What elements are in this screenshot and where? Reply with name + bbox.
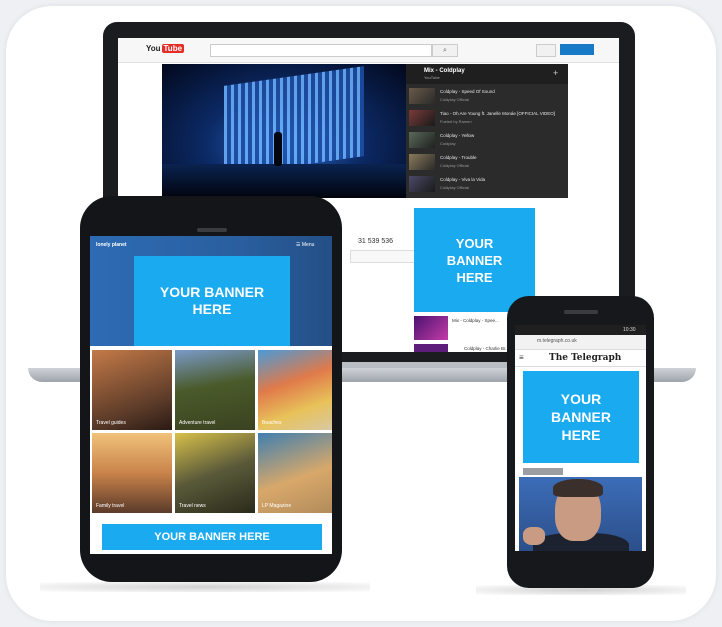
playlist-item[interactable]: Coldplay - Speed Of Sound Coldplay Offic… (409, 86, 565, 106)
playlist-header: Mix - Coldplay YouTube + (406, 64, 568, 84)
playlist-item-meta: Coldplay (440, 141, 456, 146)
playlist-title: Mix - Coldplay (424, 68, 465, 74)
playlist-thumbnail (409, 176, 435, 192)
phone-banner-text: YOUR BANNER HERE (551, 391, 611, 443)
phone-banner-ad[interactable]: YOUR BANNER HERE (523, 371, 639, 463)
tablet-screen: lonely planet ☰ Menu YOUR BANNER HERE Tr… (90, 236, 332, 554)
playlist-thumbnail (409, 88, 435, 104)
search-icon[interactable]: ⌕ (432, 44, 458, 57)
logo-text: You (146, 44, 161, 53)
site-masthead: ≡ The Telegraph (515, 350, 646, 367)
category-tile-travel-guides[interactable]: Travel guides (92, 350, 172, 430)
category-tile-family-travel[interactable]: Family travel (92, 433, 172, 513)
playlist-item-meta: Coldplay Official (440, 185, 469, 190)
category-tile-adventure-travel[interactable]: Adventure travel (175, 350, 255, 430)
site-logo[interactable]: The Telegraph (549, 353, 621, 363)
video-player[interactable] (162, 64, 406, 198)
related-video-title[interactable]: Mix - Coldplay - Spee... (452, 318, 499, 323)
phone-speaker (564, 310, 598, 314)
playlist-item[interactable]: Coldplay - Yellow Coldplay (409, 130, 565, 150)
menu-button[interactable]: ☰ Menu (296, 242, 314, 248)
article-photo[interactable] (519, 477, 642, 551)
upload-button[interactable] (560, 44, 594, 55)
tile-label: Adventure travel (179, 420, 216, 426)
add-icon[interactable]: + (553, 68, 558, 78)
playlist-item-title: Coldplay - Viva la Vida (440, 177, 486, 182)
playlist-item-title: Coldplay - Trouble (440, 155, 477, 160)
playlist-item[interactable]: Coldplay - Viva la Vida Coldplay Officia… (409, 174, 565, 194)
status-time: 10:30 (623, 327, 636, 333)
photo-hand (523, 527, 545, 545)
category-tile-lp-magazine[interactable]: LP Magazine (258, 433, 332, 513)
related-video-thumbnail[interactable] (414, 316, 448, 340)
tablet-bottom-banner-ad[interactable]: YOUR BANNER HERE (102, 524, 322, 550)
sidebar-banner-ad[interactable]: YOUR BANNER HERE (414, 208, 535, 312)
tablet-top-banner-ad[interactable]: YOUR BANNER HERE (134, 256, 290, 346)
tablet-site-header: lonely planet ☰ Menu YOUR BANNER HERE (90, 236, 332, 346)
playlist-thumbnail (409, 154, 435, 170)
sign-in-button[interactable] (536, 44, 556, 57)
site-logo[interactable]: You Tube (146, 44, 185, 53)
tile-label: Family travel (96, 503, 125, 509)
video-thumbnail-wall (224, 66, 364, 176)
playlist-subtitle: YouTube (424, 75, 440, 80)
phone-screen: 10:30 m.telegraph.co.uk ≡ The Telegraph … (515, 325, 646, 551)
logo-badge: Tube (161, 44, 185, 53)
phone-status-bar: 10:30 (515, 325, 646, 335)
view-count: 31 539 536 (358, 238, 394, 245)
playlist-item[interactable]: Tiao - Oh Are Young ft. Janelle Monáe [O… (409, 108, 565, 128)
site-logo[interactable]: lonely planet (96, 242, 127, 248)
tablet-speaker (197, 228, 227, 232)
playlist-thumbnail (409, 132, 435, 148)
like-dislike-bar[interactable] (350, 250, 418, 263)
playlist-item[interactable]: Coldplay - Trouble Coldplay Official (409, 152, 565, 172)
tile-label: LP Magazine (262, 503, 292, 509)
site-topbar: You Tube ⌕ (118, 38, 619, 63)
tile-label: Travel guides (96, 420, 126, 426)
playlist-item-meta: Coldplay Official (440, 97, 469, 102)
search-input[interactable] (210, 44, 432, 57)
playlist-thumbnail (409, 110, 435, 126)
video-thumbnail-floor (162, 164, 406, 198)
article-tag (523, 468, 563, 475)
tablet-shadow (40, 582, 370, 592)
video-thumbnail-figure (274, 132, 282, 166)
playlist-item-title: Coldplay - Speed Of Sound (440, 89, 495, 94)
browser-address-bar[interactable]: m.telegraph.co.uk (515, 335, 646, 350)
tile-label: Beaches (262, 420, 282, 426)
playlist-item-meta: Fueled by Ramen (440, 119, 472, 124)
photo-hair (553, 479, 603, 497)
playlist-item-title: Coldplay - Yellow (440, 133, 475, 138)
playlist-item-meta: Coldplay Official (440, 163, 469, 168)
tile-label: Travel news (179, 503, 206, 509)
category-tile-travel-news[interactable]: Travel news (175, 433, 255, 513)
tablet-top-banner-text: YOUR BANNER HERE (159, 284, 265, 317)
playlist-item-title: Tiao - Oh Are Young ft. Janelle Monáe [O… (440, 111, 555, 116)
address-url[interactable]: m.telegraph.co.uk (537, 338, 577, 344)
sidebar-banner-text: YOUR BANNER HERE (446, 235, 503, 285)
category-tile-beaches[interactable]: Beaches (258, 350, 332, 430)
hamburger-menu-icon[interactable]: ≡ (519, 353, 524, 362)
related-video-title[interactable]: Coldplay - Charlie Br... (464, 346, 509, 351)
playlist-panel: Mix - Coldplay YouTube + Coldplay - Spee… (406, 64, 568, 198)
related-video-thumbnail[interactable] (414, 344, 448, 352)
